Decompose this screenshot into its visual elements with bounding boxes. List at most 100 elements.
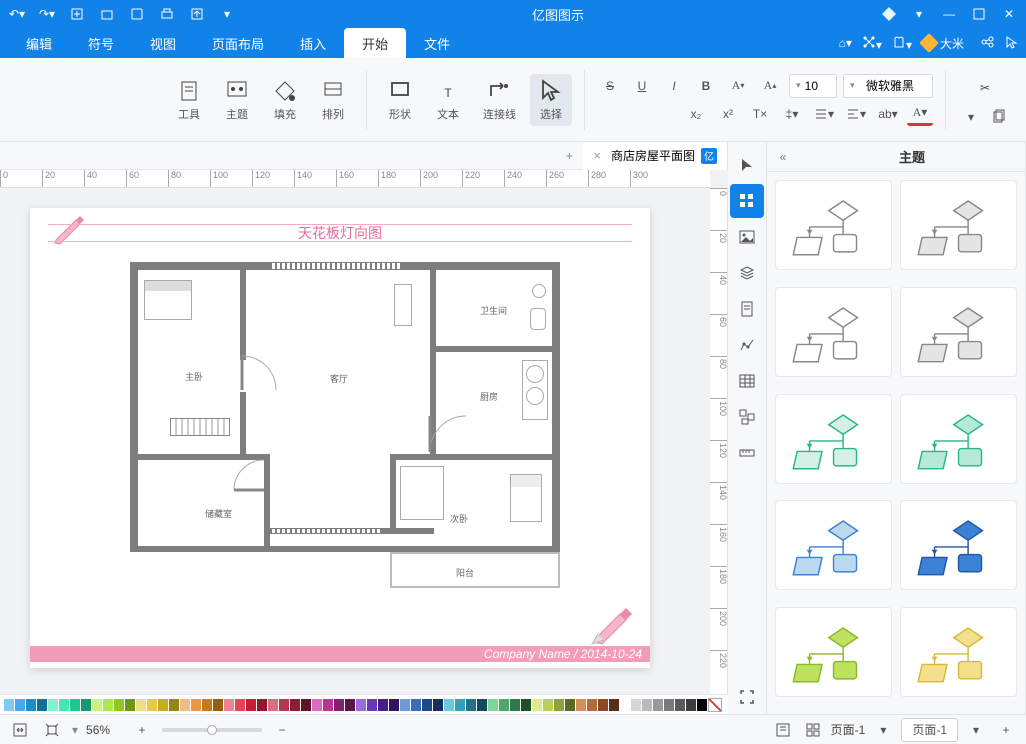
color-swatch[interactable]: [180, 699, 190, 711]
highlight-button[interactable]: ab▾: [875, 102, 901, 126]
color-swatch[interactable]: [422, 699, 432, 711]
window-close-icon[interactable]: ✕: [998, 3, 1020, 25]
color-swatch[interactable]: [114, 699, 124, 711]
fit-page-icon[interactable]: [40, 718, 64, 742]
tool-ruler[interactable]: [730, 436, 764, 470]
tab-layout[interactable]: 页面布局: [194, 28, 282, 58]
color-swatch[interactable]: [213, 699, 223, 711]
sidebar-collapse-icon[interactable]: «: [767, 142, 799, 172]
dropdown-icon[interactable]: ▾: [908, 3, 930, 25]
ribbon-connect[interactable]: 连接线: [475, 74, 524, 126]
no-color-swatch[interactable]: [708, 698, 722, 712]
color-swatch[interactable]: [48, 699, 58, 711]
color-swatch[interactable]: [246, 699, 256, 711]
tool-fullscreen[interactable]: [730, 680, 764, 714]
color-swatch[interactable]: [675, 699, 685, 711]
tool-shapes[interactable]: [730, 184, 764, 218]
zoom-slider[interactable]: [162, 728, 262, 732]
cursor-icon[interactable]: [1004, 35, 1018, 52]
color-swatch[interactable]: [235, 699, 245, 711]
more-icon[interactable]: ▾: [216, 3, 238, 25]
page-nav-next-icon[interactable]: ▾: [964, 718, 988, 742]
color-swatch[interactable]: [444, 699, 454, 711]
theme-thumb[interactable]: [900, 500, 1017, 590]
align-left-icon[interactable]: ▾: [843, 102, 869, 126]
share-icon[interactable]: [980, 35, 994, 52]
new-icon[interactable]: [66, 3, 88, 25]
fit-width-icon[interactable]: [8, 718, 32, 742]
page-list-icon[interactable]: [771, 718, 795, 742]
theme-thumb[interactable]: [775, 180, 892, 270]
color-swatch[interactable]: [37, 699, 47, 711]
color-swatch[interactable]: [598, 699, 608, 711]
font-grow-icon[interactable]: A▴: [757, 74, 783, 98]
export-icon[interactable]: [186, 3, 208, 25]
color-swatch[interactable]: [147, 699, 157, 711]
color-swatch[interactable]: [4, 699, 14, 711]
align-v-icon[interactable]: ▾: [811, 102, 837, 126]
color-swatch[interactable]: [664, 699, 674, 711]
window-max-icon[interactable]: [968, 3, 990, 25]
tool-components[interactable]: [730, 400, 764, 434]
superscript-icon[interactable]: x²: [715, 102, 741, 126]
undo-icon[interactable]: ↶▾: [6, 3, 28, 25]
color-swatch[interactable]: [521, 699, 531, 711]
redo-icon[interactable]: ↷▾: [36, 3, 58, 25]
color-swatch[interactable]: [158, 699, 168, 711]
color-swatch[interactable]: [433, 699, 443, 711]
color-swatch[interactable]: [543, 699, 553, 711]
font-shrink-icon[interactable]: A▾: [725, 74, 751, 98]
color-swatch[interactable]: [202, 699, 212, 711]
color-swatch[interactable]: [631, 699, 641, 711]
lineheight-icon[interactable]: ‡▾: [779, 102, 805, 126]
color-swatch[interactable]: [301, 699, 311, 711]
tab-symbol[interactable]: 符号: [70, 28, 132, 58]
tab-start[interactable]: 开始: [344, 28, 406, 58]
doc-tab[interactable]: 亿 商店房屋平面图 ×: [583, 142, 728, 170]
page-thumb-icon[interactable]: [801, 718, 825, 742]
theme-thumb[interactable]: [900, 394, 1017, 484]
color-swatch[interactable]: [345, 699, 355, 711]
cut-button[interactable]: ✂: [964, 71, 1006, 105]
color-swatch[interactable]: [257, 699, 267, 711]
fontcolor-button[interactable]: A▾: [907, 102, 933, 126]
tool-page[interactable]: [730, 292, 764, 326]
print-icon[interactable]: [156, 3, 178, 25]
color-swatch[interactable]: [268, 699, 278, 711]
tool-layers[interactable]: [730, 256, 764, 290]
page-selector[interactable]: 页面-1: [901, 718, 958, 742]
floor-plan[interactable]: 主卧客厅卫生间厨房储藏室次卧阳台: [130, 262, 560, 606]
doc-tab-add-icon[interactable]: +: [555, 142, 583, 170]
page[interactable]: 天花板灯向图: [30, 208, 650, 668]
color-swatch[interactable]: [653, 699, 663, 711]
color-swatch[interactable]: [279, 699, 289, 711]
page-nav-prev-icon[interactable]: ▾: [871, 718, 895, 742]
color-swatch[interactable]: [620, 699, 630, 711]
tab-view[interactable]: 视图: [132, 28, 194, 58]
ribbon-style[interactable]: 主题: [216, 74, 258, 126]
ribbon-select[interactable]: 选择: [530, 74, 572, 126]
ribbon-fill[interactable]: 填充: [264, 74, 306, 126]
color-swatch[interactable]: [455, 699, 465, 711]
theme-thumb[interactable]: [900, 180, 1017, 270]
save-icon[interactable]: [126, 3, 148, 25]
color-swatch[interactable]: [554, 699, 564, 711]
color-swatch[interactable]: [400, 699, 410, 711]
fontsize-select[interactable]: 10: [789, 74, 837, 98]
underline-button[interactable]: U: [629, 74, 655, 98]
color-swatch[interactable]: [686, 699, 696, 711]
tool-pointer[interactable]: [730, 148, 764, 182]
theme-thumb[interactable]: [775, 500, 892, 590]
ribbon-align[interactable]: 排列: [312, 74, 354, 126]
color-swatch[interactable]: [510, 699, 520, 711]
color-swatch[interactable]: [290, 699, 300, 711]
theme-thumb[interactable]: [900, 607, 1017, 697]
color-swatch[interactable]: [15, 699, 25, 711]
theme-thumb[interactable]: [775, 607, 892, 697]
color-swatch[interactable]: [125, 699, 135, 711]
color-swatch[interactable]: [642, 699, 652, 711]
color-swatch[interactable]: [59, 699, 69, 711]
color-swatch[interactable]: [697, 699, 707, 711]
color-swatch[interactable]: [389, 699, 399, 711]
shirt-icon[interactable]: ▾: [892, 35, 912, 52]
